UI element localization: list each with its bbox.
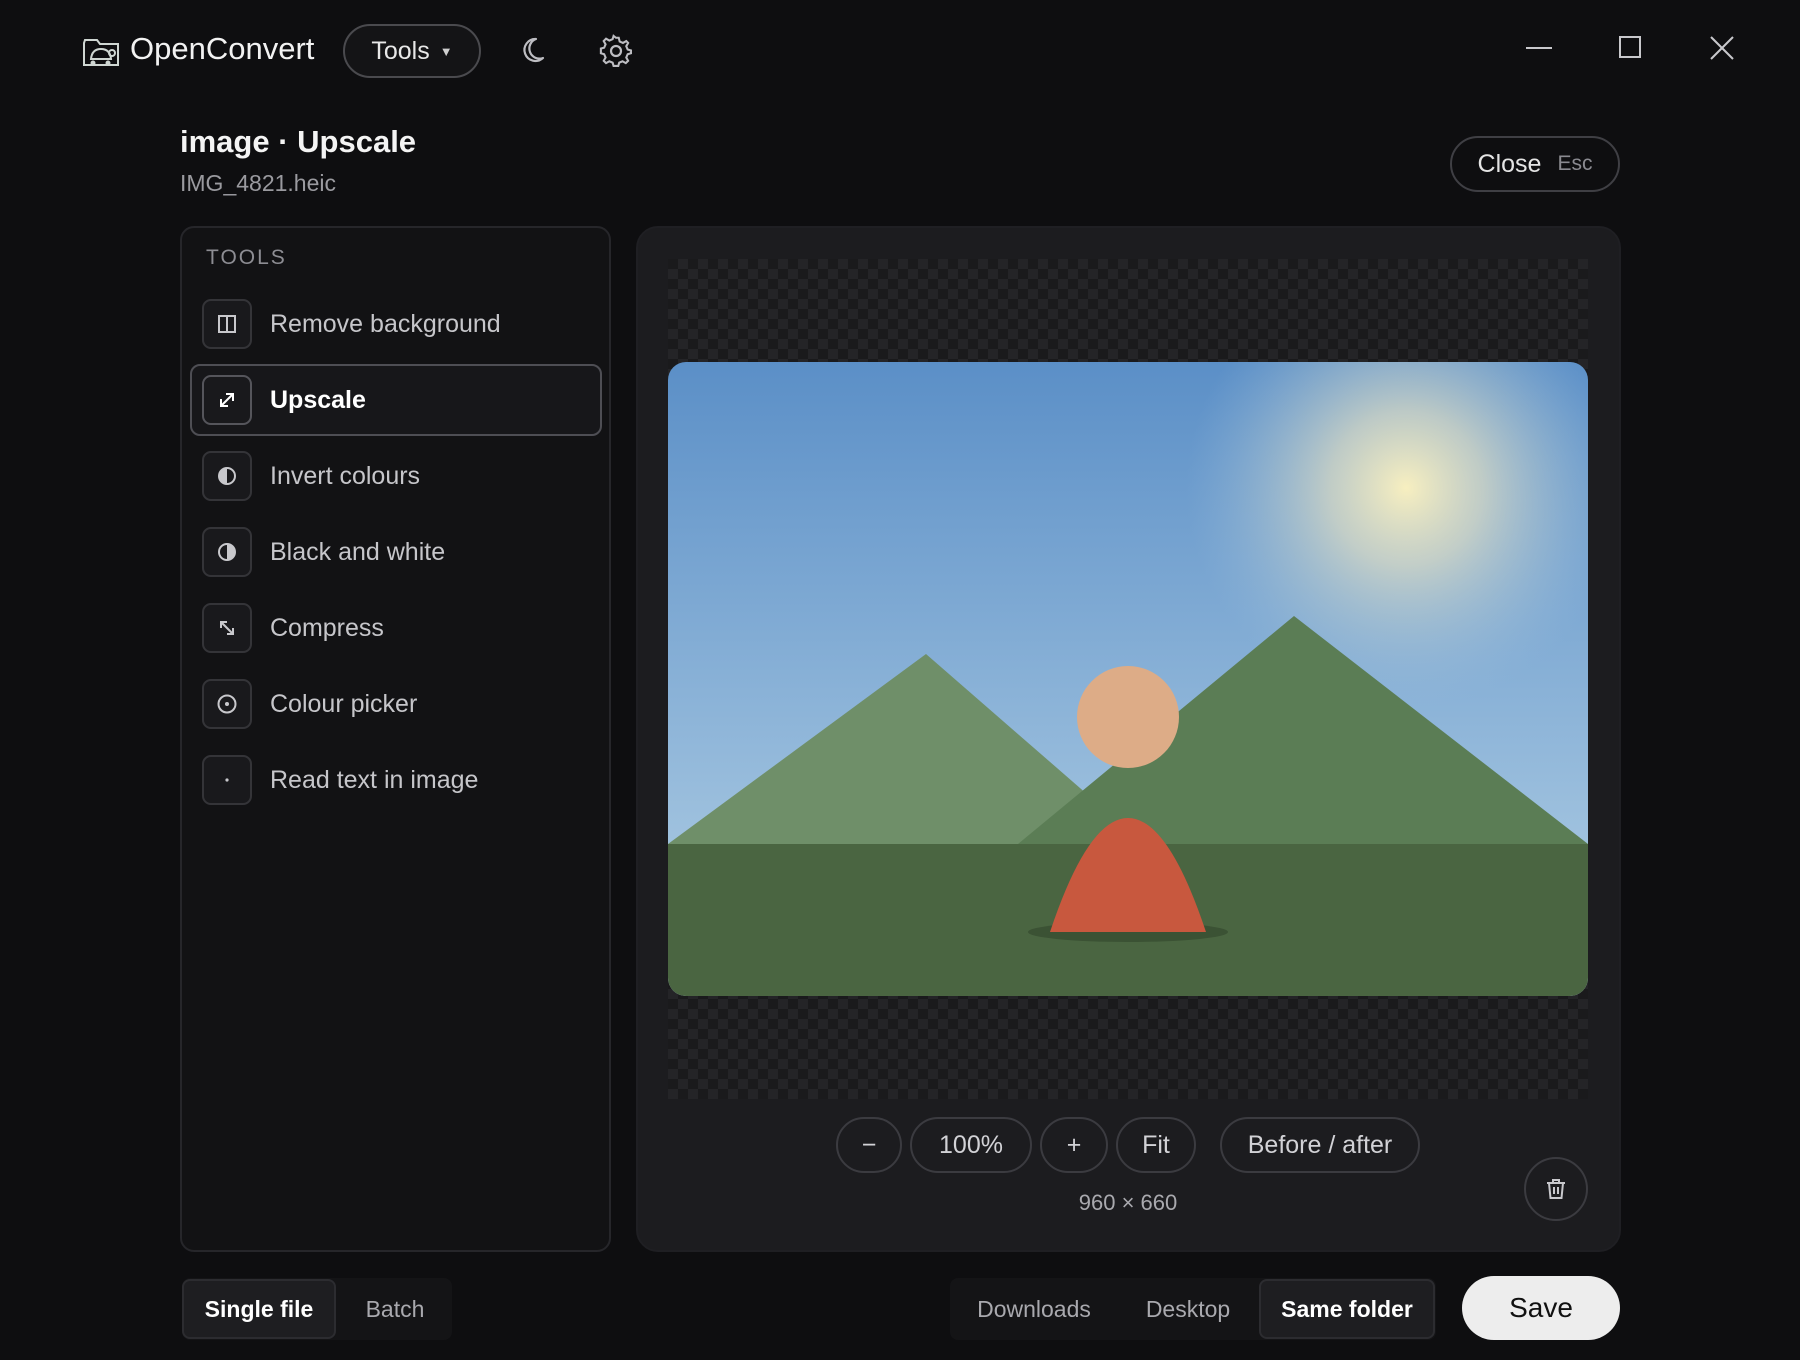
zoom-in-label: +	[1066, 1130, 1082, 1159]
tool-label: Invert colours	[270, 461, 421, 490]
tools-heading: TOOLS	[206, 246, 287, 269]
save-button[interactable]: Save	[1462, 1276, 1620, 1340]
target-icon	[202, 679, 252, 729]
close-shortcut: Esc	[1557, 152, 1593, 175]
tool-colour-picker[interactable]: Colour picker	[190, 668, 602, 740]
zoom-out-label: −	[861, 1130, 877, 1159]
tool-upscale[interactable]: Upscale	[190, 364, 602, 436]
half-circle-icon	[202, 451, 252, 501]
destination-desktop[interactable]: Desktop	[1120, 1279, 1256, 1339]
preview-image	[668, 362, 1588, 996]
tool-invert-colours[interactable]: Invert colours	[190, 440, 602, 512]
maximize-icon[interactable]	[1616, 33, 1646, 63]
contrast-icon	[202, 527, 252, 577]
tools-menu-label: Tools	[371, 36, 430, 65]
compress-arrow-icon	[202, 603, 252, 653]
dot-icon	[202, 755, 252, 805]
zoom-level[interactable]: 100%	[910, 1117, 1032, 1173]
gear-icon[interactable]	[599, 34, 633, 68]
destination-desktop-label: Desktop	[1145, 1295, 1231, 1322]
image-dimensions: 960 × 660	[1078, 1190, 1178, 1215]
landscape-illustration	[668, 362, 1588, 996]
before-after-label: Before / after	[1247, 1130, 1393, 1159]
moon-icon[interactable]	[519, 34, 553, 68]
tools-menu-button[interactable]: Tools ▼	[343, 24, 481, 78]
mode-single-file[interactable]: Single file	[182, 1279, 336, 1339]
tool-read-text-in-image[interactable]: Read text in image	[190, 744, 602, 816]
app-logo-icon	[83, 39, 119, 66]
fit-button[interactable]: Fit	[1116, 1117, 1196, 1173]
close-label: Close	[1477, 149, 1542, 178]
expand-arrow-icon	[202, 375, 252, 425]
delete-button[interactable]	[1524, 1157, 1588, 1221]
zoom-value: 100%	[939, 1130, 1003, 1159]
destination-same-folder-label: Same folder	[1281, 1295, 1413, 1322]
zoom-in-button[interactable]: +	[1040, 1117, 1108, 1173]
save-label: Save	[1509, 1292, 1573, 1323]
mode-single-file-label: Single file	[204, 1295, 314, 1322]
destination-downloads-label: Downloads	[977, 1295, 1091, 1322]
before-after-button[interactable]: Before / after	[1220, 1117, 1420, 1173]
split-square-icon	[202, 299, 252, 349]
fit-label: Fit	[1142, 1130, 1170, 1159]
tool-black-and-white[interactable]: Black and white	[190, 516, 602, 588]
tool-label: Remove background	[270, 309, 501, 338]
zoom-out-button[interactable]: −	[836, 1117, 902, 1173]
tool-label: Read text in image	[270, 765, 479, 794]
minimize-icon[interactable]	[1524, 32, 1554, 62]
trash-icon	[1547, 1179, 1565, 1199]
caret-down-icon: ▼	[439, 43, 453, 59]
close-icon[interactable]	[1707, 33, 1737, 63]
destination-downloads[interactable]: Downloads	[952, 1279, 1116, 1339]
close-button[interactable]: Close Esc	[1450, 136, 1620, 192]
tool-label: Upscale	[270, 385, 366, 414]
app-name: OpenConvert	[130, 31, 315, 66]
tool-remove-background[interactable]: Remove background	[190, 288, 602, 360]
mode-batch[interactable]: Batch	[340, 1279, 450, 1339]
destination-same-folder[interactable]: Same folder	[1259, 1279, 1435, 1339]
page-title: image · Upscale	[180, 124, 417, 159]
tool-label: Black and white	[270, 537, 446, 566]
tool-label: Compress	[270, 613, 384, 642]
tool-label: Colour picker	[270, 689, 418, 718]
file-name: IMG_4821.heic	[180, 170, 336, 196]
mode-batch-label: Batch	[365, 1295, 425, 1322]
tool-compress[interactable]: Compress	[190, 592, 602, 664]
